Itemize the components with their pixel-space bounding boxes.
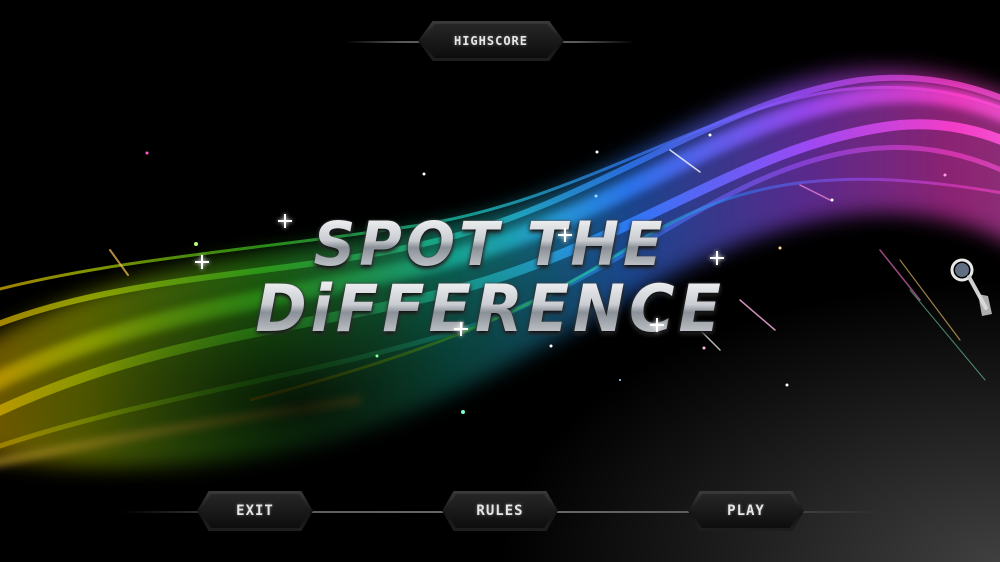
- title-line-1: SPOT THE: [180, 208, 800, 279]
- rules-label: RULES: [476, 503, 524, 519]
- highscore-label: HIGHSCORE: [453, 34, 529, 48]
- title-line-2: DiFFERENCE: [180, 270, 800, 347]
- exit-button[interactable]: EXIT: [197, 491, 313, 531]
- title-sparkle-4: [710, 251, 724, 265]
- title-sparkle-3: [558, 228, 572, 242]
- title-sparkle-2: [278, 214, 292, 228]
- exit-label: EXIT: [236, 503, 274, 519]
- play-label: PLAY: [727, 503, 765, 519]
- game-title: SPOT THE DiFFERENCE: [180, 200, 800, 350]
- rules-button[interactable]: RULES: [442, 491, 558, 531]
- title-sparkle-1: [195, 255, 209, 269]
- highscore-button[interactable]: HIGHSCORE: [418, 21, 564, 61]
- title-sparkle-5: [650, 318, 664, 332]
- play-button[interactable]: PLAY: [688, 491, 804, 531]
- title-sparkle-6: [454, 322, 468, 336]
- magnifying-glass-icon: [950, 258, 992, 316]
- game-menu-screen: HIGHSCORE SPOT THE DiFFERENCE EXIT RULES…: [0, 0, 1000, 562]
